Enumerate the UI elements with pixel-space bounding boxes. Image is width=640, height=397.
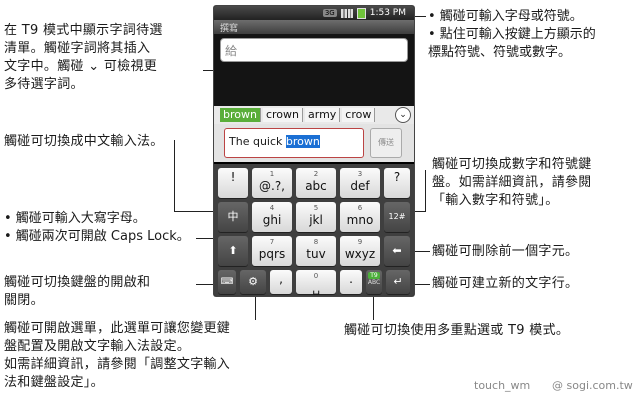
- key-4[interactable]: 4 ghi: [252, 202, 292, 232]
- key-9[interactable]: 9 wxyz: [340, 236, 380, 266]
- leader-line-delete: [412, 251, 430, 252]
- key-exclamation[interactable]: !: [218, 168, 248, 198]
- leader-line-numbers-h: [412, 211, 426, 212]
- annotation-enter: 觸碰可建立新的文字行。: [432, 276, 579, 291]
- watermark-right: @ sogi.com.tw: [552, 379, 633, 392]
- shift-arrow-icon: ⬆: [228, 244, 238, 257]
- message-text: The quick: [229, 135, 286, 148]
- t9-badge: T9: [368, 272, 380, 279]
- annotation-t9-candidates: 在 T9 模式中顯示字詞待選 清單。觸碰字詞將其插入 文字中。觸碰 ⌄ 可檢視更…: [4, 23, 163, 92]
- leader-line-numbers-v: [425, 170, 426, 212]
- backspace-arrow-icon: ⬅: [392, 244, 402, 257]
- network-type-badge: 3G: [322, 9, 337, 17]
- annotation-multitap: 觸碰可切換使用多重點選或 T9 模式。: [344, 323, 570, 338]
- key-8[interactable]: 8 tuv: [296, 236, 336, 266]
- key-2[interactable]: 2 abc: [296, 168, 336, 198]
- annotation-keyboard-toggle: 觸碰可切換鍵盤的開啟和 關閉。: [4, 275, 151, 308]
- gear-icon: ⚙: [248, 275, 258, 288]
- space-key[interactable]: 0 ␣: [296, 270, 336, 295]
- delete-key[interactable]: ⬅: [384, 236, 410, 266]
- key-5[interactable]: 5 jkl: [296, 202, 336, 232]
- compose-body: 給: [214, 34, 414, 106]
- clock-time: 1:53 PM: [369, 8, 406, 18]
- t9-multitap-key[interactable]: T9 ABC: [366, 270, 382, 294]
- key-period[interactable]: .: [340, 270, 362, 294]
- shift-key[interactable]: ⬆: [218, 236, 248, 266]
- phone-screen: 3G 1:53 PM 撰寫 給 brown crown army crow ⌄ …: [214, 6, 414, 296]
- watermark-left: touch_wm: [474, 379, 531, 392]
- annotation-menu: 觸碰可開啟選單，此選單可讓您變更鍵 盤配置及開啟文字輸入法設定。 如需詳細資訊，…: [4, 321, 231, 390]
- key-3[interactable]: 3 def: [340, 168, 380, 198]
- candidate-bar: brown crown army crow ⌄: [214, 106, 414, 124]
- leader-line-menu: [255, 296, 256, 320]
- keyboard-icon: ⌨: [220, 277, 234, 287]
- candidate-word[interactable]: brown: [220, 108, 261, 122]
- enter-key[interactable]: ↵: [386, 270, 410, 294]
- annotation-caps-line-2: • 觸碰兩次可開啟 Caps Lock。: [4, 229, 190, 244]
- candidate-word[interactable]: army: [305, 108, 341, 122]
- annotation-caps: • 觸碰可輸入大寫字母。 • 觸碰兩次可開啟 Caps Lock。: [4, 210, 190, 246]
- leader-line-chinese-h: [174, 140, 175, 212]
- chinese-input-key[interactable]: 中: [218, 202, 248, 232]
- keyboard-toggle-key[interactable]: ⌨: [218, 270, 236, 294]
- annotation-caps-line-1: • 觸碰可輸入大寫字母。: [4, 211, 146, 226]
- numbers-symbols-key[interactable]: 12#: [384, 202, 410, 232]
- annotation-chinese-input: 觸碰可切換成中文輸入法。: [4, 134, 164, 149]
- leader-line-chinese-v: [174, 211, 216, 212]
- battery-icon: [356, 7, 366, 19]
- status-bar: 3G 1:53 PM: [214, 6, 414, 20]
- annotation-letters-line-1: • 觸碰可輸入字母或符號。: [428, 9, 583, 24]
- settings-key[interactable]: ⚙: [240, 270, 266, 294]
- leader-line-kbtoggle: [196, 284, 216, 285]
- compose-bar: The quick brown 傳送: [214, 124, 414, 162]
- t9-sub-label: ABC: [367, 279, 381, 286]
- message-text-selected: brown: [285, 135, 320, 148]
- signal-icon: [340, 8, 353, 18]
- key-7[interactable]: 7 pqrs: [252, 236, 292, 266]
- annotation-numbers: 觸碰可切換成數字和符號鍵 盤。如需詳細資訊，請參閱 「輸入數字和符號」。: [432, 157, 592, 208]
- enter-arrow-icon: ↵: [393, 275, 403, 288]
- window-title: 撰寫: [214, 20, 414, 34]
- message-text-field[interactable]: The quick brown: [224, 128, 364, 158]
- keyboard: ! 1 @.?, 2 abc 3 def ? 中 4 ghi 5 jkl 6 mno 12#…: [214, 164, 414, 296]
- candidate-word[interactable]: crow: [342, 108, 376, 122]
- key-comma[interactable]: ,: [270, 270, 292, 294]
- send-button[interactable]: 傳送: [370, 128, 402, 158]
- leader-line-enter: [412, 284, 430, 285]
- leader-line-multitap: [373, 296, 374, 320]
- expand-candidates-icon[interactable]: ⌄: [395, 107, 411, 123]
- key-6[interactable]: 6 mno: [340, 202, 380, 232]
- key-1[interactable]: 1 @.?,: [252, 168, 292, 198]
- leader-line-caps: [196, 238, 216, 239]
- annotation-delete: 觸碰可刪除前一個字元。: [432, 244, 579, 259]
- key-question[interactable]: ?: [384, 168, 410, 198]
- recipient-field[interactable]: 給: [220, 38, 408, 62]
- candidate-word[interactable]: crown: [262, 108, 303, 122]
- annotation-letters: • 觸碰可輸入字母或符號。 • 點住可輸入按鍵上方顯示的 標點符號、符號或數字。: [428, 8, 596, 62]
- annotation-letters-line-2: • 點住可輸入按鍵上方顯示的 標點符號、符號或數字。: [428, 27, 596, 60]
